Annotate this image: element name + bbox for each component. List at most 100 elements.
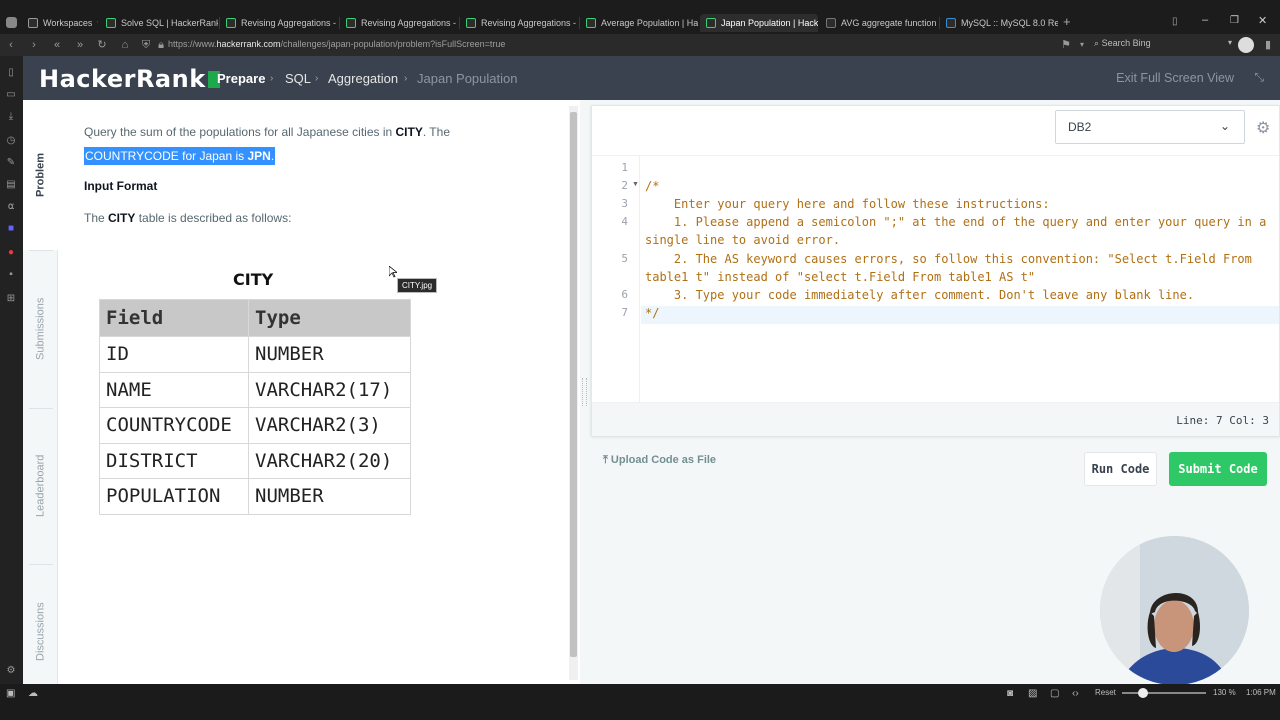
exit-full-screen-link[interactable]: Exit Full Screen View	[1116, 71, 1234, 85]
code-area[interactable]: 1 2 ▼ 3 4 5 6 7 /* Enter your query here…	[592, 155, 1279, 402]
fast-forward-icon[interactable]: »	[72, 37, 88, 53]
vivaldi-logo-icon[interactable]	[6, 17, 17, 28]
line-number: 3	[621, 197, 628, 210]
cursor-position: Line: 7 Col: 3	[1176, 414, 1269, 427]
bookmark-icon[interactable]: ⚑	[1058, 37, 1074, 53]
browser-tab[interactable]: Revising Aggregations - Av	[460, 14, 578, 32]
editor-status-bar: Line: 7 Col: 3	[592, 402, 1279, 436]
type-cell: VARCHAR2(20)	[248, 442, 411, 479]
mastodon-icon[interactable]: ■	[4, 222, 18, 236]
browser-tab[interactable]: Revising Aggregations - Th	[340, 14, 458, 32]
chevron-down-icon[interactable]: ▾	[1074, 37, 1090, 53]
lock-icon: 🔒︎	[158, 39, 164, 51]
hackerrank-header: HackerRank Prepare › SQL › Aggregation ›…	[23, 56, 1280, 100]
chevron-down-icon: ⌄	[1219, 119, 1230, 133]
upload-icon: ⤒	[603, 454, 611, 466]
new-tab-icon[interactable]: +	[1063, 14, 1071, 29]
breadcrumb-current: Japan Population	[417, 71, 518, 86]
tab-workspaces[interactable]: Workspaces ▾	[22, 14, 98, 32]
reload-icon[interactable]: ↻	[94, 37, 110, 53]
tab-actions-icon[interactable]: ▯	[1172, 16, 1178, 27]
zoom-slider[interactable]	[1122, 688, 1206, 698]
zoom-slider-thumb[interactable]	[1138, 688, 1148, 698]
submit-code-button[interactable]: Submit Code	[1169, 452, 1267, 486]
tab-submissions[interactable]: Submissions	[23, 250, 58, 408]
fold-arrow-icon[interactable]: ▼	[632, 181, 639, 188]
cloud-sync-icon[interactable]: ☁	[28, 688, 38, 699]
forward-icon[interactable]: ›	[26, 37, 42, 53]
image-icon[interactable]: ▨	[1028, 688, 1037, 699]
collapse-icon[interactable]: ⤡	[1254, 70, 1264, 85]
table-row: COUNTRYCODE VARCHAR2(3)	[99, 407, 411, 444]
breadcrumb-prepare[interactable]: Prepare	[217, 71, 265, 86]
breadcrumb-aggregation[interactable]: Aggregation	[328, 71, 398, 86]
tab-leaderboard[interactable]: Leaderboard	[23, 408, 58, 564]
problem-scrollbar[interactable]	[569, 106, 578, 680]
tab-discussions[interactable]: Discussions	[23, 580, 58, 684]
avatar[interactable]	[1238, 37, 1254, 53]
reading-list-icon[interactable]: ▭	[4, 88, 18, 102]
back-icon[interactable]: ‹	[3, 37, 19, 53]
code-icon[interactable]: ‹›	[1072, 688, 1079, 699]
field-cell: COUNTRYCODE	[99, 407, 249, 444]
field-cell: DISTRICT	[99, 442, 249, 479]
zoom-reset-button[interactable]: Reset	[1095, 688, 1116, 697]
browser-tab[interactable]: Solve SQL | HackerRank	[100, 14, 218, 32]
chevron-right-icon: ›	[315, 73, 319, 84]
panel-icon[interactable]: ▪	[4, 268, 18, 282]
w3-favicon-icon	[826, 18, 836, 28]
clock: 1:06 PM	[1246, 688, 1276, 697]
rewind-icon[interactable]: «	[49, 37, 65, 53]
minimize-icon[interactable]: –	[1202, 14, 1208, 26]
header-type: Type	[248, 299, 411, 337]
search-input[interactable]: ⌕ Search Bing ▾	[1094, 38, 1232, 52]
line-number: 6	[621, 288, 628, 301]
gear-icon[interactable]: ⚙	[1256, 118, 1270, 138]
run-code-button[interactable]: Run Code	[1084, 452, 1157, 486]
notes-icon[interactable]: ✎	[4, 156, 18, 170]
browser-tab[interactable]: AVG aggregate function - I	[820, 14, 938, 32]
tab-problem[interactable]: Problem	[23, 100, 58, 250]
webcam-overlay	[1100, 536, 1249, 685]
language-select[interactable]: DB2 ⌄	[1055, 110, 1245, 144]
home-icon[interactable]: ⌂	[117, 37, 133, 53]
hackerrank-logo[interactable]: HackerRank	[39, 65, 220, 93]
downloads-icon[interactable]: ⤓	[4, 110, 18, 124]
selected-text: COUNTRYCODE for Japan is JPN.	[84, 147, 276, 165]
browser-tab[interactable]: MySQL :: MySQL 8.0 Refere	[940, 14, 1058, 32]
maximize-icon[interactable]: ❐	[1230, 15, 1239, 26]
translate-icon[interactable]: ⍺	[4, 200, 18, 214]
bookmarks-icon[interactable]: ▯	[4, 66, 18, 80]
url-field[interactable]: https://www.hackerrank.com/challenges/ja…	[168, 39, 505, 49]
browser-tab[interactable]: Average Population | Hack	[580, 14, 698, 32]
history-icon[interactable]: ◷	[4, 134, 18, 148]
upload-code-button[interactable]: ⤒ Upload Code as File	[603, 454, 716, 467]
problem-statement: Query the sum of the populations for all…	[84, 125, 450, 165]
panel-toggle-icon[interactable]: ▣	[6, 688, 15, 699]
extensions-icon[interactable]: ▮	[1260, 37, 1276, 53]
breadcrumb-sql[interactable]: SQL	[285, 71, 311, 86]
browser-tab-active[interactable]: Japan Population | HackerR	[700, 14, 818, 32]
add-panel-icon[interactable]: ⊞	[4, 292, 18, 306]
problem-panel: Problem Submissions Leaderboard Discussi…	[23, 100, 580, 684]
calendar-icon[interactable]: ▤	[4, 178, 18, 192]
browser-tab[interactable]: Revising Aggregations - Th	[220, 14, 338, 32]
city-table-title: CITY	[233, 270, 274, 289]
splitter-handle[interactable]	[582, 378, 587, 406]
code-editor: DB2 ⌄ ⚙ 1 2 ▼ 3 4 5 6 7 /* Enter your qu…	[591, 105, 1280, 436]
hackerrank-favicon-icon	[466, 18, 476, 28]
image-tooltip: CITY.jpg	[397, 278, 438, 293]
address-bar-row: ‹ › « » ↻ ⌂ ⛨ 🔒︎ https://www.hackerrank.…	[0, 34, 1280, 56]
search-icon: ⌕	[1094, 38, 1100, 48]
close-window-icon[interactable]: ✕	[1258, 14, 1267, 27]
type-cell: VARCHAR2(3)	[248, 407, 411, 444]
code-line: Enter your query here and follow these i…	[645, 197, 1050, 211]
settings-icon[interactable]: ⚙	[4, 664, 18, 678]
scroll-thumb[interactable]	[570, 112, 577, 657]
hackerrank-favicon-icon	[586, 18, 596, 28]
window-icon[interactable]: ▢	[1050, 688, 1059, 699]
vivaldi-social-icon[interactable]: ●	[4, 246, 18, 260]
line-number: 5	[621, 252, 628, 265]
camera-icon[interactable]: ◙	[1007, 688, 1013, 699]
shield-icon[interactable]: ⛨	[138, 37, 154, 53]
